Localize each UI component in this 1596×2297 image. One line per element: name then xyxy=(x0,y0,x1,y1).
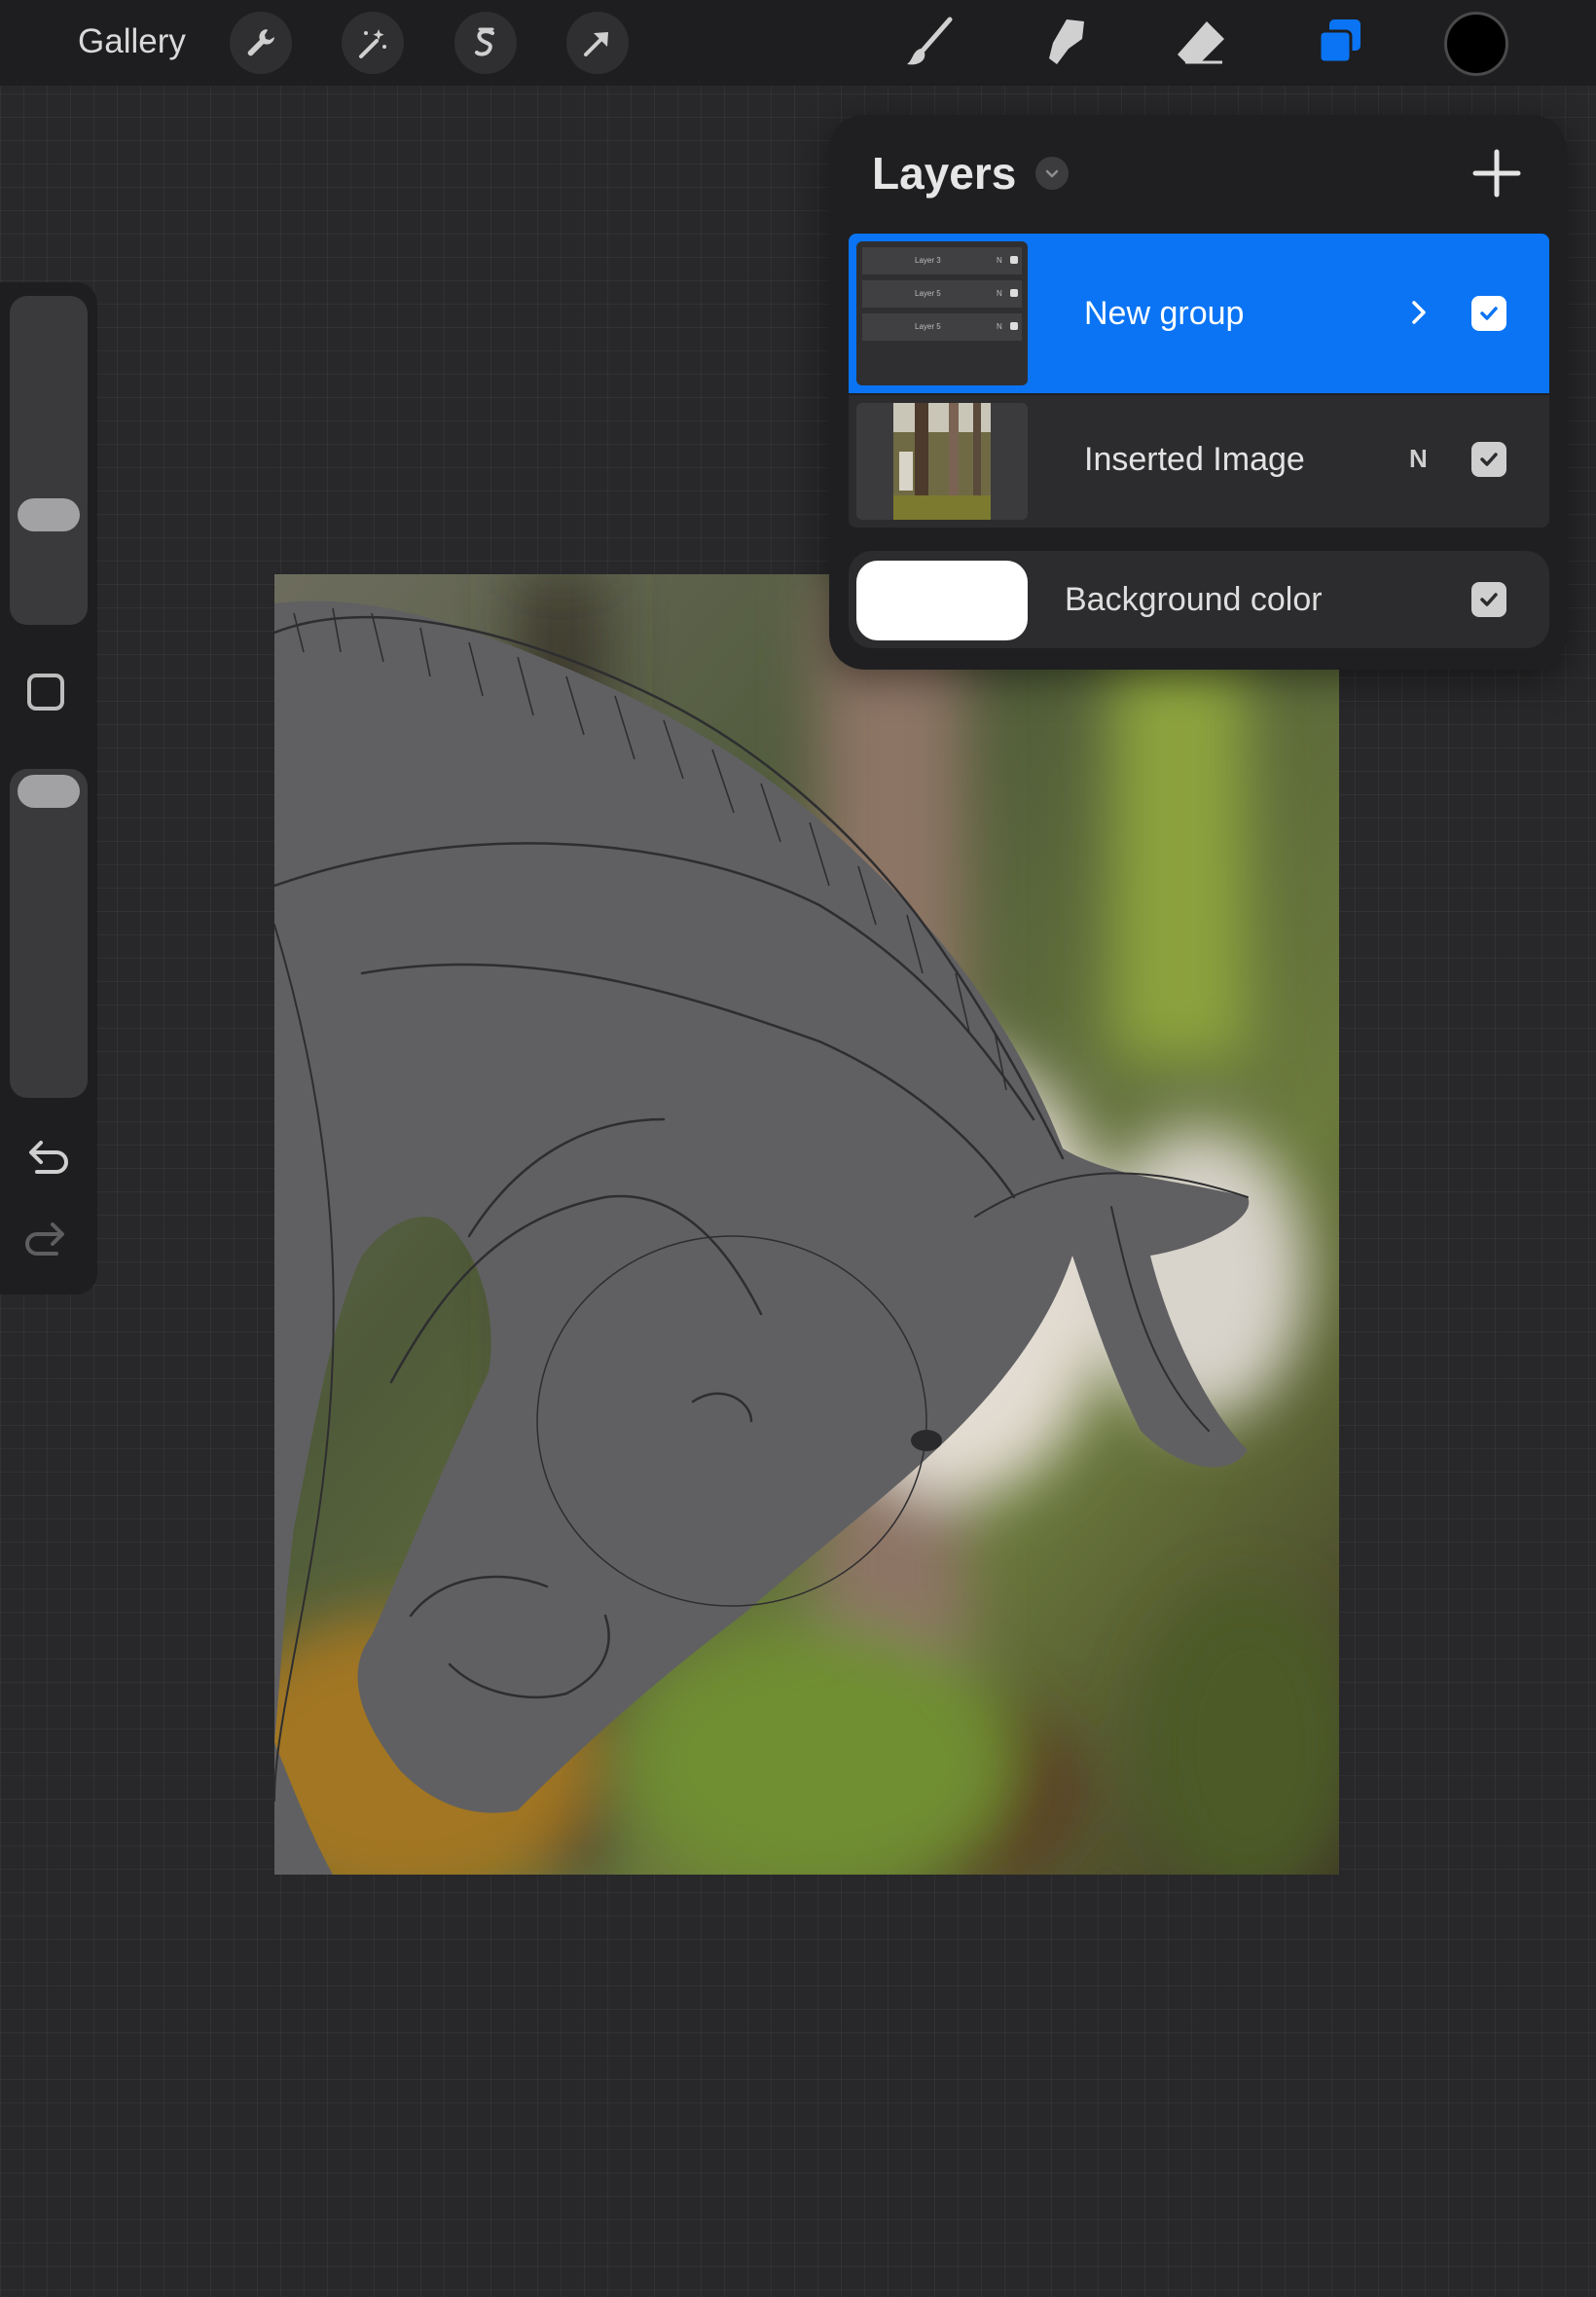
magic-wand-icon[interactable] xyxy=(342,12,404,74)
brush-size-thumb[interactable] xyxy=(18,498,80,531)
redo-icon[interactable] xyxy=(23,1221,70,1264)
artwork-image xyxy=(274,574,1339,1875)
brush-size-slider[interactable] xyxy=(10,296,88,625)
layer-name: Inserted Image xyxy=(1084,441,1305,478)
color-picker-button[interactable] xyxy=(1444,12,1508,76)
opacity-thumb[interactable] xyxy=(18,775,80,808)
group-thumbnail: Layer 3 N Layer 5 N Layer 5 N xyxy=(856,241,1028,385)
top-toolbar: Gallery xyxy=(0,0,1596,86)
drawing-canvas[interactable] xyxy=(274,574,1339,1875)
layer-name: Background color xyxy=(1065,581,1323,618)
layer-row-background-color[interactable]: Background color xyxy=(849,551,1549,648)
chevron-right-icon[interactable] xyxy=(1409,298,1429,332)
blend-mode-button[interactable]: N xyxy=(1409,444,1428,474)
image-thumbnail xyxy=(856,403,1028,520)
group-preview-row: Layer 3 N xyxy=(862,247,1022,274)
layer-row-inserted-image[interactable]: Inserted Image N xyxy=(849,395,1549,528)
eraser-icon[interactable] xyxy=(1168,10,1234,76)
group-preview-row: Layer 5 N xyxy=(862,280,1022,308)
visibility-checkbox[interactable] xyxy=(1471,442,1506,477)
plus-icon[interactable] xyxy=(1471,148,1522,203)
wrench-icon[interactable] xyxy=(230,12,292,74)
gallery-button[interactable]: Gallery xyxy=(78,19,186,64)
layers-icon[interactable] xyxy=(1306,10,1372,76)
chevron-down-icon[interactable] xyxy=(1035,157,1069,190)
modify-square-icon[interactable] xyxy=(27,674,64,711)
selection-icon[interactable] xyxy=(454,12,517,74)
opacity-slider[interactable] xyxy=(10,769,88,1098)
layer-name: New group xyxy=(1084,295,1245,332)
visibility-checkbox[interactable] xyxy=(1471,582,1506,617)
background-color-swatch[interactable] xyxy=(856,561,1028,640)
visibility-checkbox[interactable] xyxy=(1471,296,1506,331)
layers-panel: Layers Layer 3 N Layer 5 N Layer 5 N New xyxy=(829,115,1567,670)
undo-icon[interactable] xyxy=(23,1139,70,1183)
layer-row-new-group[interactable]: Layer 3 N Layer 5 N Layer 5 N New group xyxy=(849,234,1549,393)
brush-icon[interactable] xyxy=(897,10,963,76)
transform-arrow-icon[interactable] xyxy=(566,12,629,74)
group-preview-row: Layer 5 N xyxy=(862,313,1022,341)
smudge-icon[interactable] xyxy=(1032,10,1098,76)
layers-panel-title: Layers xyxy=(872,148,1017,199)
left-sidebar xyxy=(0,282,97,1294)
